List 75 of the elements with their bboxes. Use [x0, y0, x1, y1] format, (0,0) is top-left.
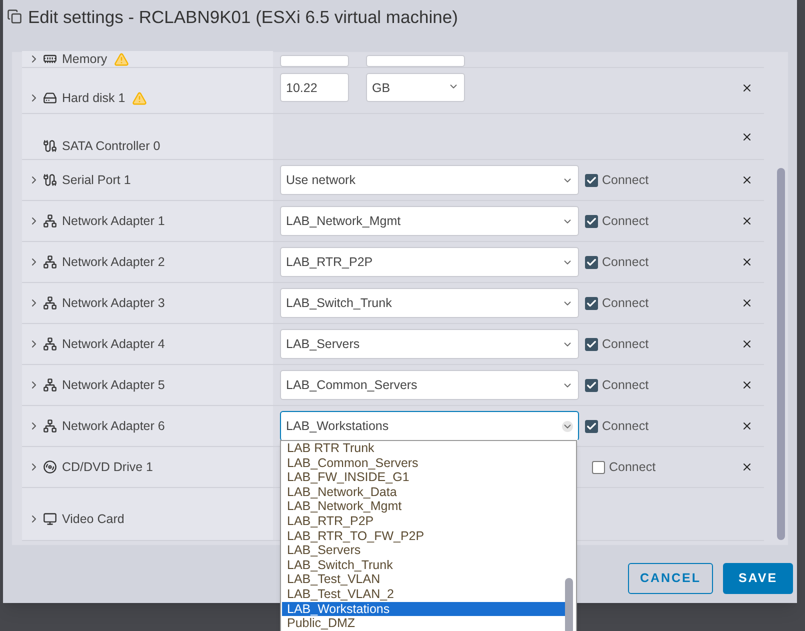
connect-label: Connect [602, 336, 649, 353]
network-icon [43, 337, 57, 351]
network-icon [43, 378, 57, 392]
connect-checkbox[interactable] [585, 420, 598, 432]
dropdown-option[interactable]: LAB_Test_VLAN [282, 572, 565, 587]
device-label: Network Adapter 6 [62, 418, 165, 435]
dropdown-option[interactable]: LAB_RTR_TO_FW_P2P [282, 528, 565, 544]
remove-icon[interactable] [741, 420, 753, 432]
size-field[interactable]: 10.22 [280, 73, 349, 102]
unit-select[interactable]: GB [366, 73, 465, 102]
dropdown-option[interactable]: LAB_FW_INSIDE_G1 [282, 470, 565, 485]
remove-icon[interactable] [741, 256, 753, 268]
device-label: CD/DVD Drive 1 [62, 458, 153, 476]
connect-label: Connect [602, 212, 649, 230]
device-label: Serial Port 1 [62, 172, 131, 189]
connect-checkbox[interactable] [585, 296, 598, 310]
network-icon [43, 255, 57, 269]
network-select[interactable]: LAB_Servers [280, 329, 579, 359]
connect-checkbox[interactable] [585, 256, 598, 268]
connect-label: Connect [602, 294, 649, 312]
device-label: Memory [62, 51, 108, 67]
network-icon [43, 214, 57, 228]
device-label: Video Card [62, 510, 124, 528]
device-label: SATA Controller 0 [62, 138, 160, 155]
dropdown-option[interactable]: LAB RTR Trunk [282, 441, 565, 456]
connect-label: Connect [602, 254, 649, 271]
network-icon [43, 296, 57, 310]
network-select[interactable]: LAB_Network_Mgmt [280, 206, 579, 236]
connect-checkbox[interactable] [585, 338, 598, 350]
connect-checkbox[interactable] [585, 378, 598, 392]
dropdown-option[interactable]: LAB_Network_Data [282, 484, 565, 500]
dropdown-option[interactable]: Public_DMZ [282, 616, 565, 631]
dropdown-option[interactable]: LAB_Switch_Trunk [282, 558, 565, 572]
disc-icon [43, 460, 57, 474]
network-select[interactable]: LAB_RTR_P2P [280, 247, 579, 277]
connect-label: Connect [602, 418, 649, 435]
remove-icon[interactable] [741, 82, 753, 94]
remove-icon[interactable] [741, 130, 753, 142]
dropdown-option[interactable]: LAB_Network_Mgmt [282, 499, 565, 514]
connect-label: Connect [602, 376, 649, 394]
device-label: Network Adapter 3 [62, 294, 165, 312]
dropdown-option[interactable]: LAB_Common_Servers [282, 456, 565, 470]
connect-checkbox[interactable] [585, 174, 598, 186]
remove-icon[interactable] [741, 379, 753, 391]
dropdown-option[interactable]: LAB_Workstations [282, 602, 565, 616]
remove-icon[interactable] [741, 297, 753, 309]
dropdown-option[interactable]: LAB_Test_VLAN_2 [282, 586, 565, 602]
network-select[interactable]: LAB_Switch_Trunk [280, 288, 579, 318]
dropdown-option[interactable]: LAB_RTR_P2P [282, 514, 565, 529]
remove-icon[interactable] [741, 215, 753, 227]
remove-icon[interactable] [741, 338, 753, 350]
network-select[interactable]: Use network [280, 165, 579, 195]
connect-checkbox[interactable] [592, 460, 605, 474]
device-label: Network Adapter 4 [62, 336, 165, 353]
remove-icon[interactable] [741, 174, 753, 186]
network-select[interactable]: LAB_Workstations [280, 411, 579, 441]
device-label: Hard disk 1 [62, 90, 126, 107]
network-icon [43, 419, 57, 433]
device-label: Network Adapter 2 [62, 254, 165, 271]
scrollbar-thumb[interactable] [777, 168, 785, 540]
device-label: Network Adapter 5 [62, 376, 165, 394]
window-title: Edit settings - RCLABN9K01 (ESXi 6.5 virtual machine) [28, 6, 458, 29]
save-button[interactable]: SAVE [723, 563, 793, 594]
connect-label: Connect [602, 172, 649, 189]
connect-checkbox[interactable] [585, 214, 598, 228]
connect-label: Connect [609, 458, 656, 476]
dropdown-option[interactable]: LAB_Servers [282, 543, 565, 558]
remove-icon[interactable] [741, 461, 753, 473]
memory-icon [43, 52, 57, 66]
device-label: Network Adapter 1 [62, 212, 165, 230]
caret-icon [562, 420, 573, 432]
network-select[interactable]: LAB_Common_Servers [280, 370, 579, 400]
monitor-icon [43, 512, 57, 526]
size-field[interactable] [280, 55, 349, 67]
list-scrollbar[interactable] [565, 578, 573, 631]
